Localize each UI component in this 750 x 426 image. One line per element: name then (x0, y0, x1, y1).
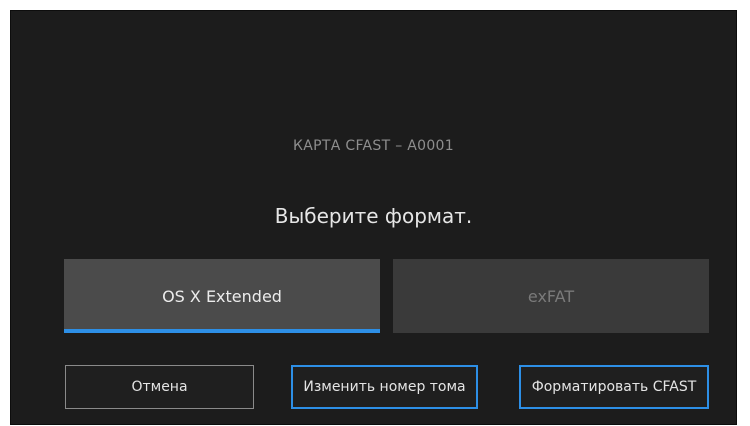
format-option-exfat[interactable]: exFAT (393, 259, 709, 333)
rename-volume-button[interactable]: Изменить номер тома (291, 365, 478, 409)
card-title: КАРТА CFAST – A0001 (293, 138, 454, 154)
format-option-os-x-extended[interactable]: OS X Extended (64, 259, 380, 333)
cancel-button[interactable]: Отмена (65, 365, 254, 409)
cancel-button-label: Отмена (131, 379, 188, 395)
format-card-button-label: Форматировать CFAST (531, 379, 697, 395)
format-card-dialog: КАРТА CFAST – A0001 Выберите формат. OS … (10, 10, 737, 425)
format-prompt: Выберите формат. (274, 204, 473, 228)
rename-volume-button-label: Изменить номер тома (303, 379, 466, 395)
format-card-button[interactable]: Форматировать CFAST (519, 365, 709, 409)
format-option-label: OS X Extended (162, 286, 282, 306)
selected-indicator (64, 329, 380, 333)
format-option-label: exFAT (527, 286, 575, 306)
